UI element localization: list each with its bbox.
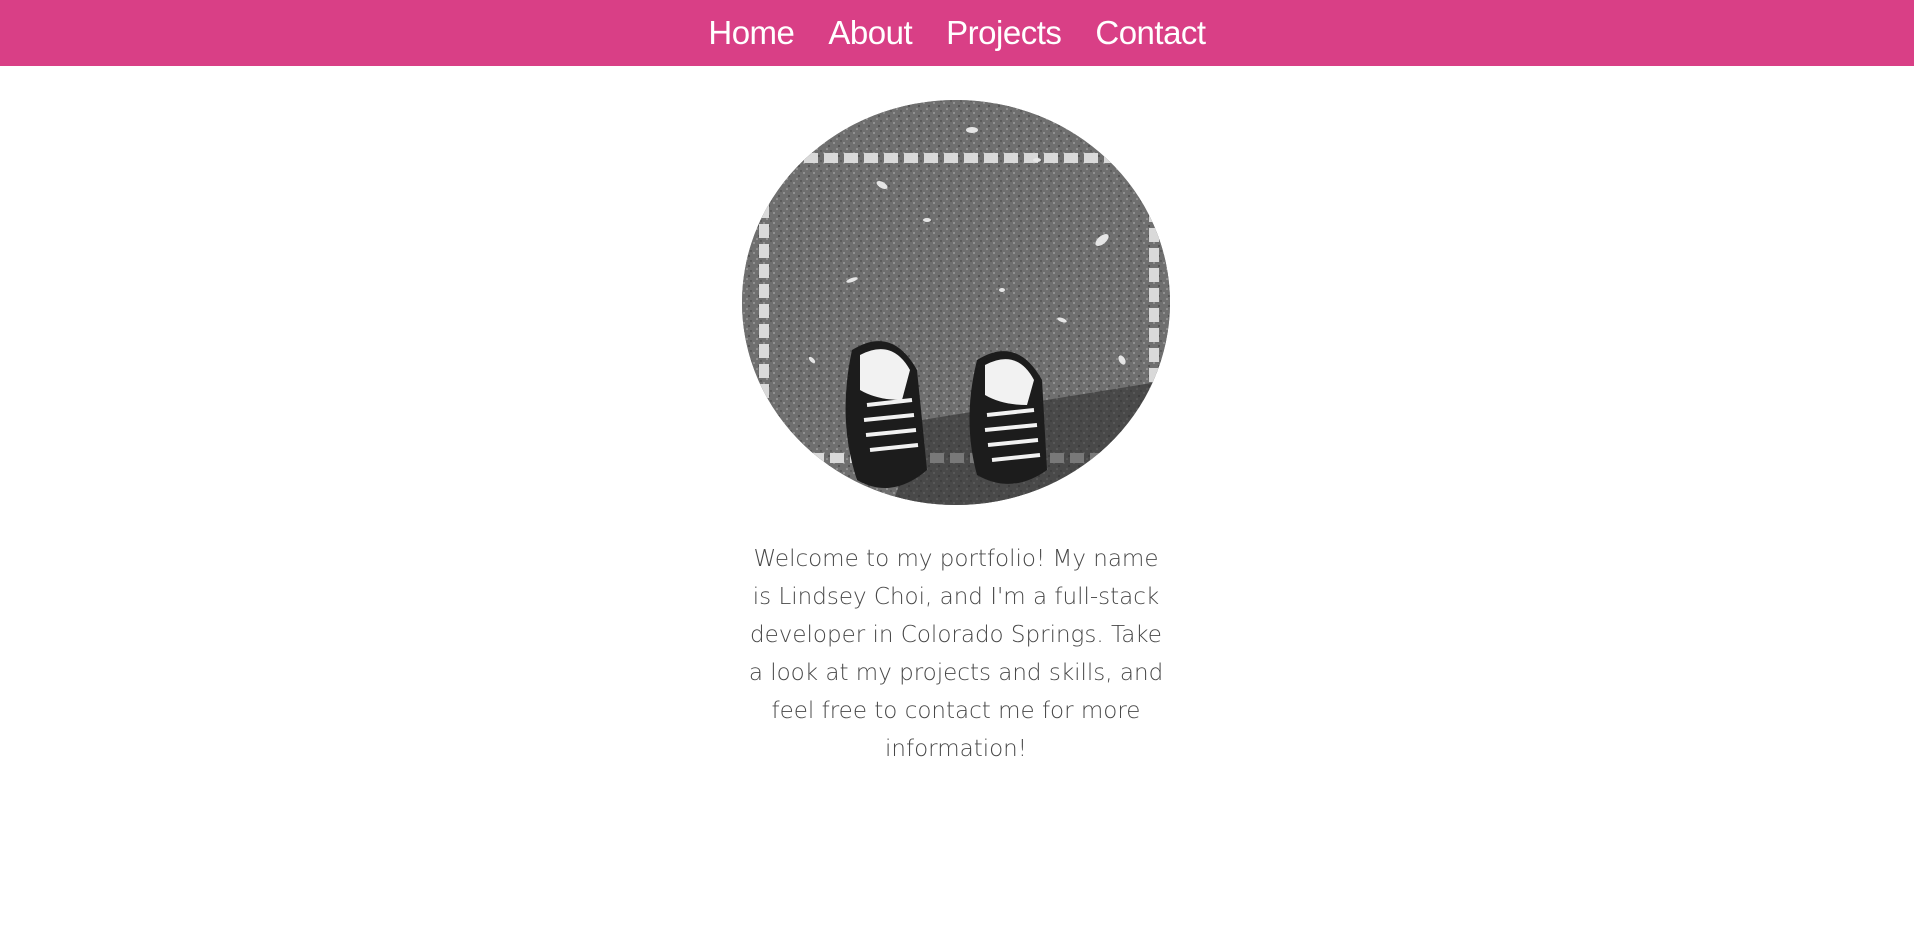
top-navbar: Home About Projects Contact: [0, 0, 1914, 66]
profile-photo-sneakers-icon: [742, 100, 1170, 505]
nav-contact-link[interactable]: Contact: [1095, 0, 1206, 66]
nav-about-link[interactable]: About: [828, 0, 912, 66]
right-sneaker: [969, 351, 1047, 484]
intro-paragraph: Welcome to my portfolio! My name is Lind…: [748, 546, 1164, 762]
nav-projects-link[interactable]: Projects: [946, 0, 1062, 66]
nav-home-link[interactable]: Home: [708, 0, 795, 66]
profile-photo: [742, 100, 1170, 505]
